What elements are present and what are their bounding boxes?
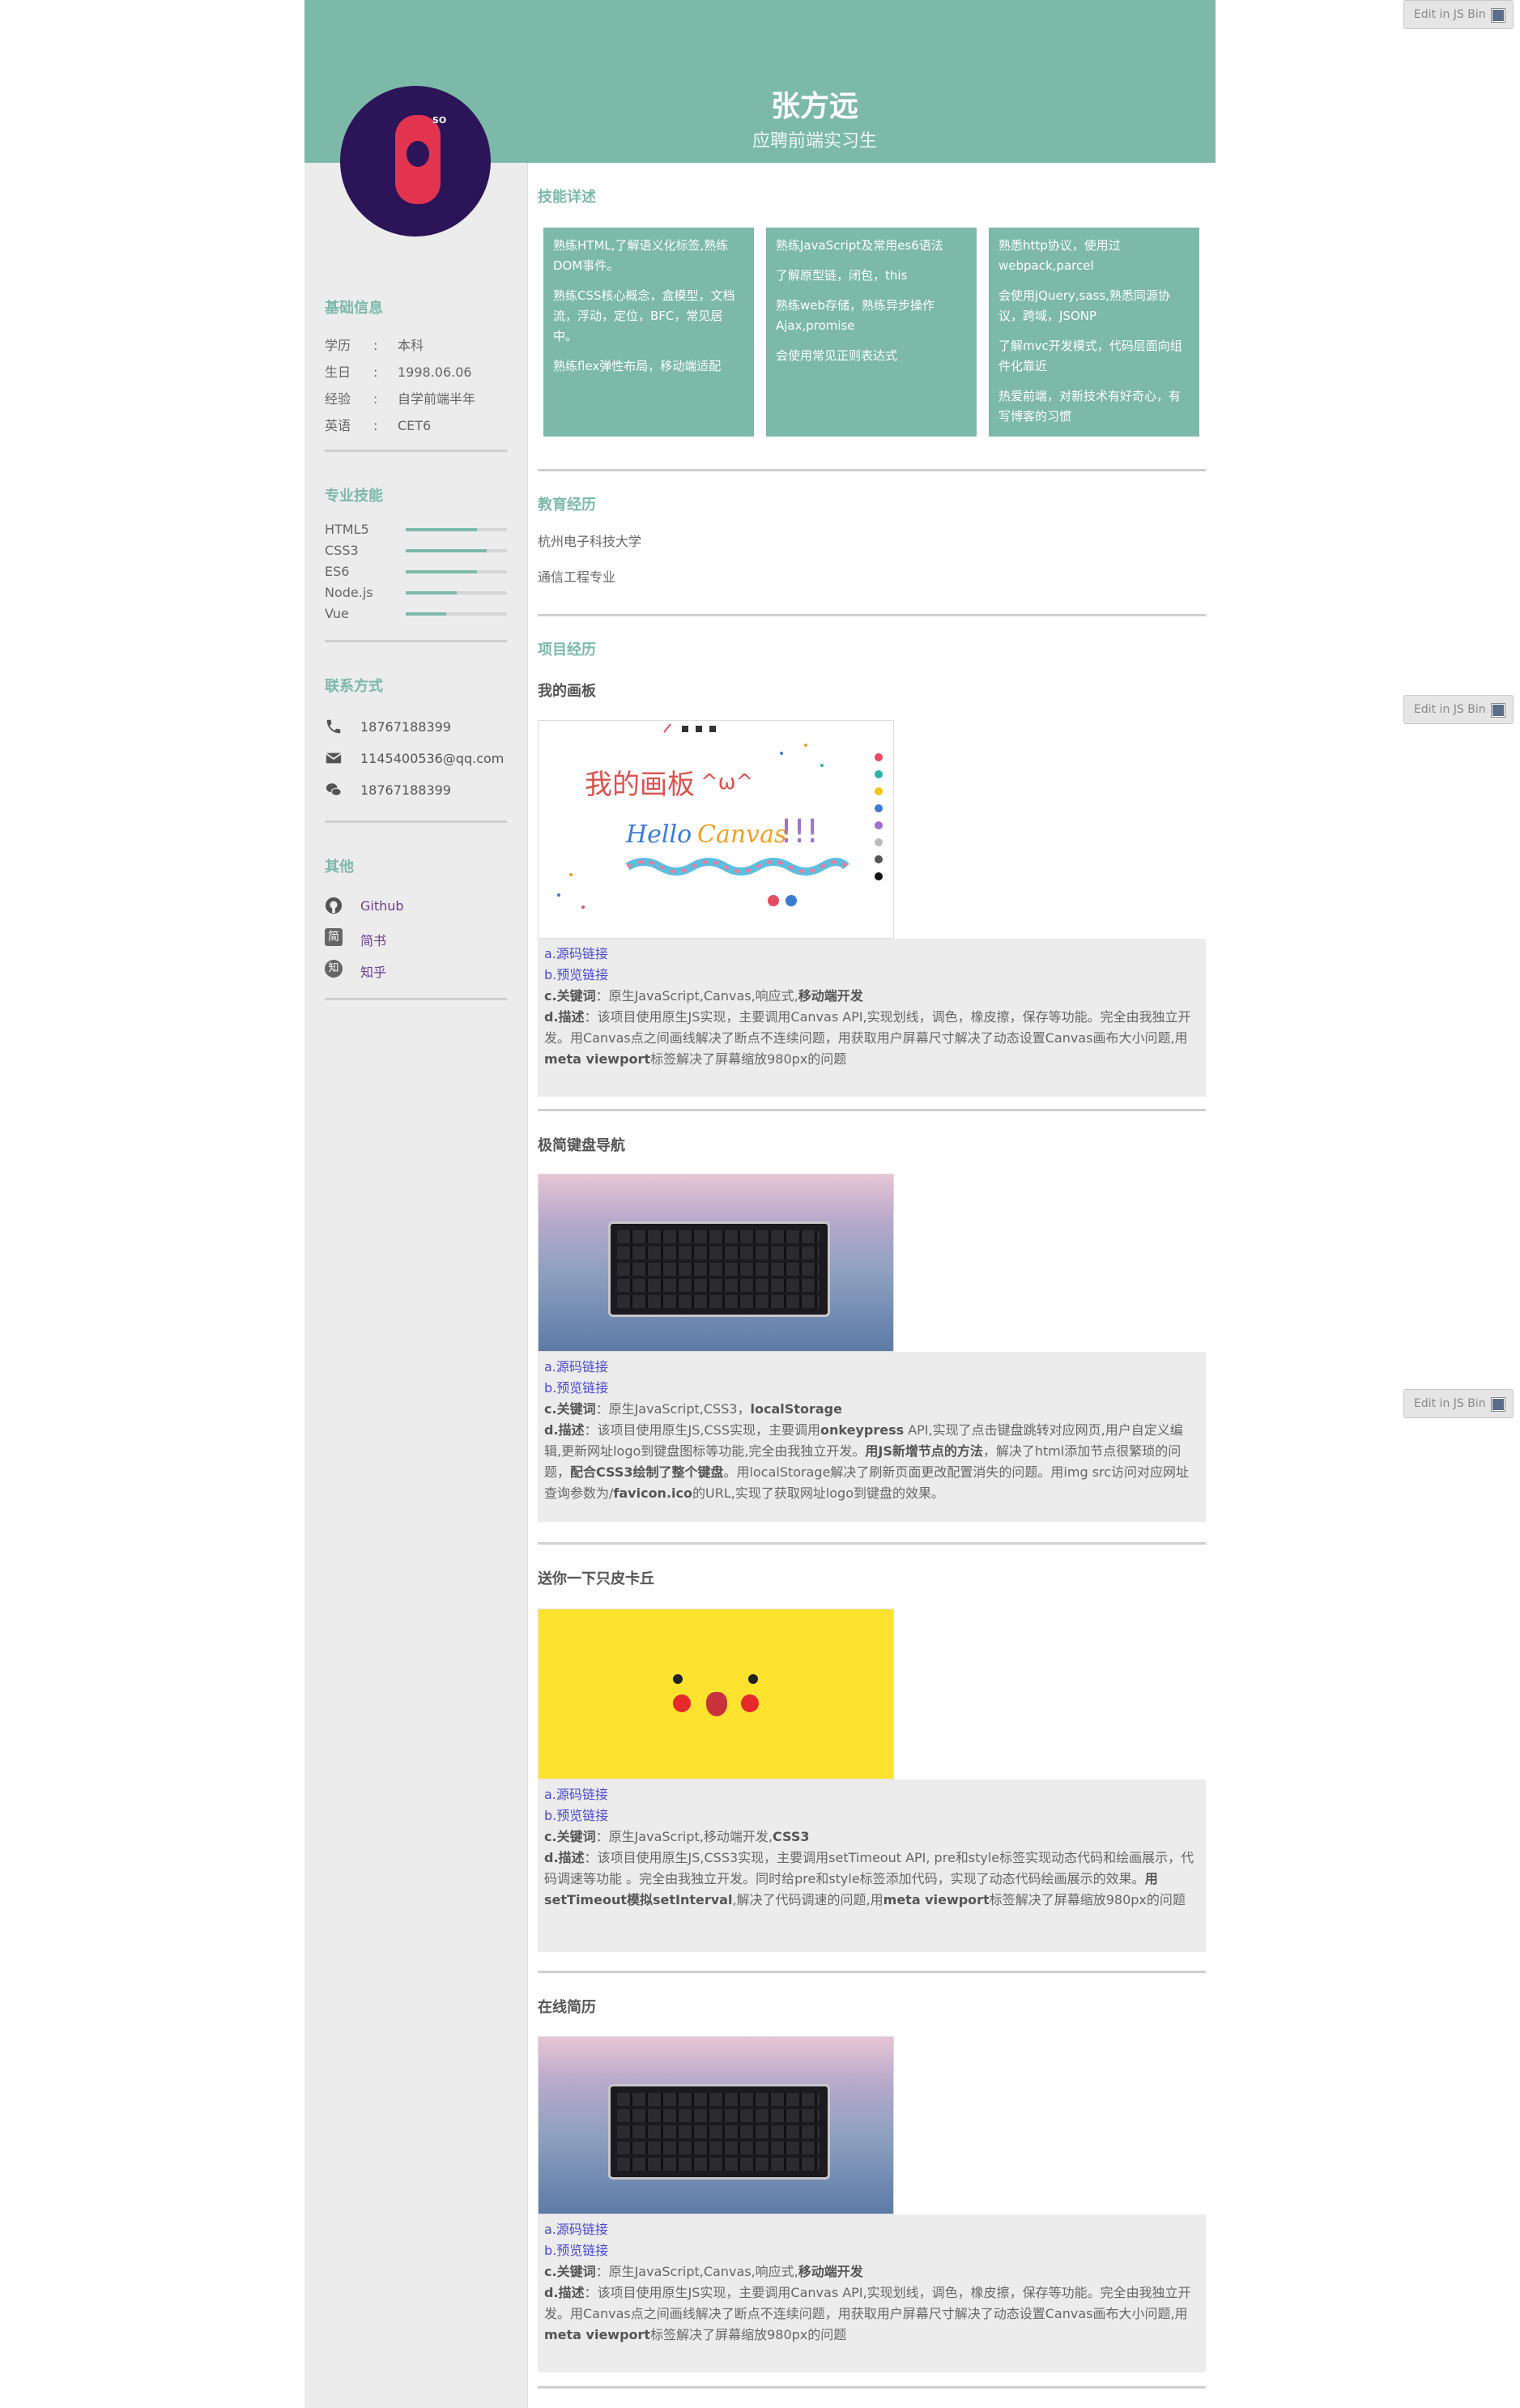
skill-box-javascript: 熟练JavaScript及常用es6语法 了解原型链，闭包，this 熟练web存储… (766, 228, 977, 437)
edit-in-jsbin-button[interactable]: Edit in JS Bin (1403, 695, 1514, 724)
education-school: 杭州电子科技大学 (538, 534, 642, 549)
jianshu-icon: 简 (325, 928, 343, 946)
skill-css3: CSS3 (325, 543, 507, 560)
canvas-title-text: 我的画板 (585, 769, 695, 801)
basic-info-title: 基础信息 (325, 300, 383, 317)
avatar: SO (340, 86, 491, 237)
section-divider (538, 1542, 1206, 1545)
phone-icon (326, 719, 341, 734)
info-row-birthday: 生日:1998.06.06 (325, 364, 472, 380)
source-link[interactable]: a.源码链接 (544, 944, 1199, 965)
skill-box-tools: 熟悉http协议，使用过webpack,parcel 会使用jQuery,sass… (989, 228, 1199, 437)
canvas-canvas-text: Canvas (697, 820, 786, 849)
education-major: 通信工程专业 (538, 569, 616, 585)
resume-page: 张方远 应聘前端实习生 SO 基础信息 学历: 本科 生日:1998.06.06 … (304, 0, 1216, 2408)
zhihu-icon: 知 (325, 960, 343, 978)
project-keywords: c.关键词：原生JavaScript,移动端开发,CSS3 (544, 1829, 810, 1844)
sidebar-divider (325, 640, 507, 642)
canvas-bang-text: !!! (780, 813, 819, 850)
skill-es6: ES6 (325, 564, 507, 582)
section-divider (538, 614, 1206, 616)
keyboard-preview (539, 2037, 893, 2214)
mail-icon (326, 752, 342, 764)
section-divider (538, 1109, 1206, 1111)
skills-title: 专业技能 (325, 488, 383, 505)
sidebar-divider (325, 820, 507, 823)
education-title: 教育经历 (538, 497, 596, 514)
sidebar-divider (325, 450, 507, 452)
candidate-name: 张方远 (770, 90, 858, 123)
source-link[interactable]: a.源码链接 (544, 2219, 1199, 2240)
project-description: d.描述：该项目使用原生JS实现，主要调用Canvas API,实现划线，调色，… (544, 2285, 1191, 2342)
drawing-board-preview: 我的画板 ^ω^ Hello Canvas !!! (539, 721, 893, 938)
other-title: 其他 (325, 859, 354, 876)
canvas-hello-text: Hello (625, 820, 692, 849)
section-divider (538, 469, 1206, 471)
preview-link[interactable]: b.预览链接 (544, 2240, 1199, 2261)
project-info-drawing-board: a.源码链接 b.预览链接 c.关键词：原生JavaScript,Canvas,… (538, 939, 1206, 1097)
skill-box-html-css: 熟练HTML,了解语义化标签,熟练DOM事件。 熟练CSS核心概念，盒模型，文档流… (543, 228, 754, 437)
source-link[interactable]: a.源码链接 (544, 1784, 1199, 1805)
project-title-keyboard-nav: 极简键盘导航 (538, 1137, 625, 1154)
project-keywords: c.关键词：原生JavaScript,Canvas,响应式,移动端开发 (544, 2264, 863, 2279)
project-title-online-resume: 在线简历 (538, 1999, 596, 2016)
project-title-pikachu: 送你一下只皮卡丘 (538, 1571, 654, 1588)
project-image-online-resume[interactable] (538, 2036, 894, 2214)
keyboard-graphic (608, 2084, 830, 2180)
jsbin-icon (1492, 9, 1505, 22)
project-description: d.描述：该项目使用原生JS实现，主要调用Canvas API,实现划线，调色，… (544, 1009, 1191, 1067)
project-info-online-resume: a.源码链接 b.预览链接 c.关键词：原生JavaScript,Canvas,… (538, 2214, 1206, 2372)
contact-title: 联系方式 (325, 678, 383, 695)
github-icon (325, 897, 343, 914)
canvas-face-text: ^ω^ (700, 770, 753, 795)
edit-in-jsbin-button[interactable]: Edit in JS Bin (1403, 1389, 1514, 1418)
project-keywords: c.关键词：原生JavaScript,CSS3，localStorage (544, 1401, 842, 1417)
preview-link[interactable]: b.预览链接 (544, 1805, 1199, 1826)
project-info-keyboard-nav: a.源码链接 b.预览链接 c.关键词：原生JavaScript,CSS3，lo… (538, 1352, 1206, 1522)
keyboard-preview (539, 1174, 893, 1351)
keyboard-graphic (608, 1221, 830, 1317)
project-image-keyboard-nav[interactable] (538, 1174, 894, 1352)
project-description: d.描述：该项目使用原生JS,CSS3实现，主要调用setTimeout API… (544, 1850, 1194, 1907)
preview-link[interactable]: b.预览链接 (544, 1378, 1199, 1399)
info-row-education: 学历: 本科 (325, 338, 424, 353)
project-title-drawing-board: 我的画板 (538, 683, 596, 700)
projects-title: 项目经历 (538, 641, 596, 658)
skill-html5: HTML5 (325, 522, 507, 539)
info-row-english: 英语: CET6 (325, 418, 432, 433)
edit-in-jsbin-button[interactable]: Edit in JS Bin (1403, 0, 1514, 29)
avatar-badge: SO (432, 115, 447, 126)
pikachu-preview (539, 1609, 893, 1779)
sidebar-divider (325, 998, 507, 1000)
project-image-pikachu[interactable] (538, 1609, 894, 1779)
project-info-pikachu: a.源码链接 b.预览链接 c.关键词：原生JavaScript,移动端开发,C… (538, 1779, 1206, 1952)
jsbin-icon (1492, 1398, 1505, 1411)
skill-vue: Vue (325, 606, 507, 624)
preview-link[interactable]: b.预览链接 (544, 965, 1199, 986)
project-description: d.描述：该项目使用原生JS,CSS实现，主要调用onkeypress API,… (544, 1422, 1190, 1501)
skill-nodejs: Node.js (325, 585, 507, 603)
candidate-role: 应聘前端实习生 (751, 131, 877, 151)
section-divider (538, 1971, 1206, 1973)
section-divider (538, 2386, 1206, 2389)
project-keywords: c.关键词：原生JavaScript,Canvas,响应式,移动端开发 (544, 988, 863, 1004)
project-image-drawing-board[interactable]: 我的画板 ^ω^ Hello Canvas !!! (538, 720, 894, 939)
info-row-experience: 经验: 自学前端半年 (325, 391, 476, 407)
sidebar: 基础信息 学历: 本科 生日:1998.06.06 经验: 自学前端半年 英语: CE… (304, 163, 528, 2408)
jsbin-icon (1492, 704, 1505, 717)
skills-detail-title: 技能详述 (538, 189, 596, 206)
source-link[interactable]: a.源码链接 (544, 1357, 1199, 1378)
wechat-icon (326, 783, 342, 796)
